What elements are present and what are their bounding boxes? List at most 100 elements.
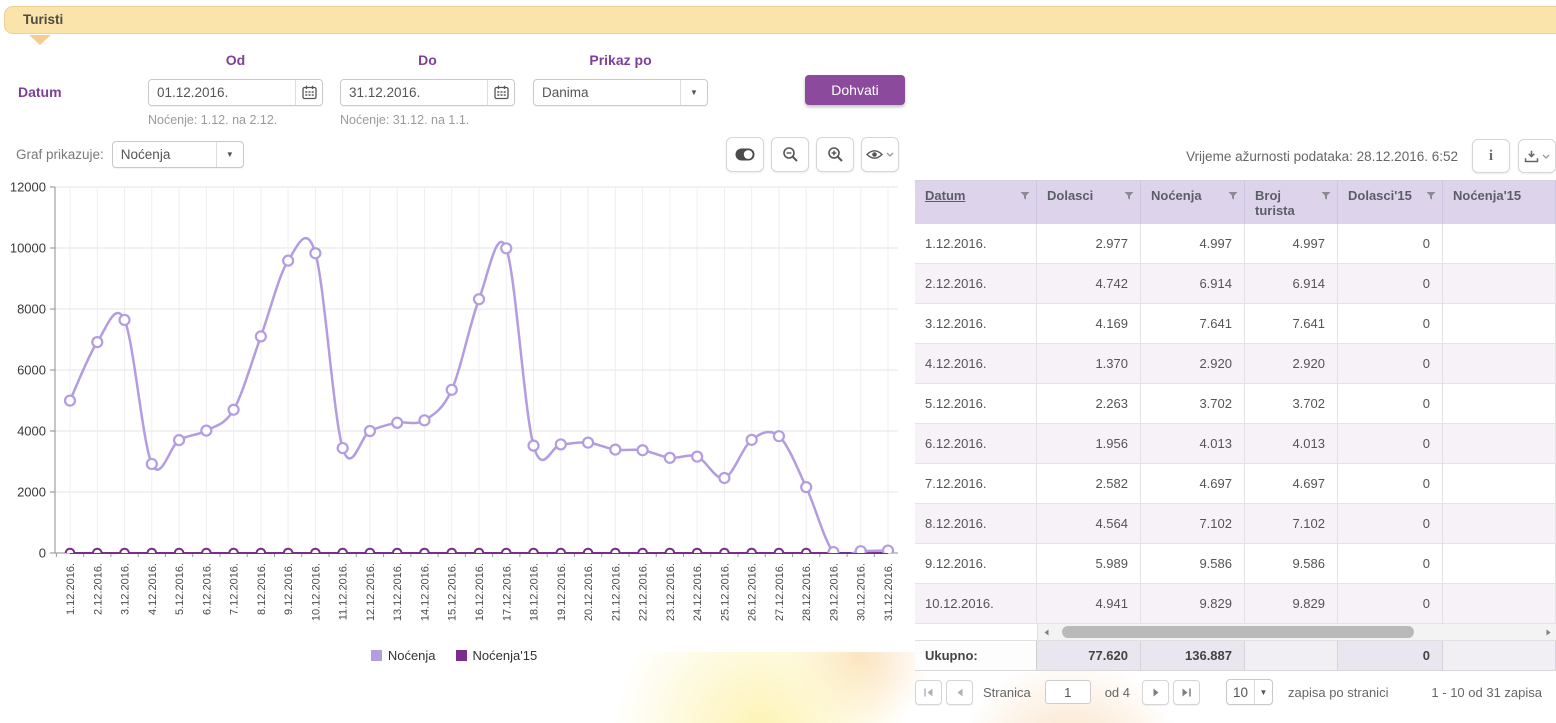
cell-nocenja15: [1443, 264, 1556, 303]
prikaz-group: Prikaz po Danima ▼: [533, 52, 708, 106]
od-label: Od: [148, 52, 323, 68]
zoom-in-button[interactable]: [816, 137, 854, 172]
download-icon: [1524, 150, 1539, 163]
svg-text:11.12.2016.: 11.12.2016.: [338, 563, 350, 620]
svg-text:24.12.2016.: 24.12.2016.: [692, 563, 704, 621]
total-dolasci: 77.620: [1037, 641, 1141, 670]
prev-page-button[interactable]: [946, 680, 973, 705]
cell-nocenja: 9.829: [1141, 584, 1245, 623]
svg-text:7.12.2016.: 7.12.2016.: [229, 563, 241, 615]
filter-icon[interactable]: [1426, 191, 1436, 201]
table-row[interactable]: 4.12.2016.1.3702.9202.9200: [915, 344, 1556, 384]
cell-dolasci: 1.370: [1037, 344, 1141, 383]
page-size-value: 10: [1227, 680, 1254, 704]
cell-dolasci: 1.956: [1037, 424, 1141, 463]
cell-broj_turista: 9.829: [1245, 584, 1338, 623]
svg-text:14.12.2016.: 14.12.2016.: [419, 563, 431, 621]
zoom-out-button[interactable]: [771, 137, 809, 172]
filter-icon[interactable]: [1124, 191, 1134, 201]
calendar-to-button[interactable]: [487, 80, 514, 105]
date-to-input[interactable]: [341, 80, 487, 105]
info-button[interactable]: i: [1472, 139, 1510, 173]
first-page-button[interactable]: [915, 680, 942, 705]
svg-text:6000: 6000: [17, 363, 46, 378]
dohvati-button[interactable]: Dohvati: [805, 75, 905, 105]
cell-broj_turista: 4.997: [1245, 224, 1338, 263]
zoom-in-icon: [827, 146, 844, 163]
filter-icon[interactable]: [1321, 191, 1331, 201]
data-updated-text: Vrijeme ažurnosti podataka: 28.12.2016. …: [1186, 149, 1458, 164]
table-row[interactable]: 6.12.2016.1.9564.0134.0130: [915, 424, 1556, 464]
export-download-button[interactable]: [1518, 139, 1556, 173]
cell-broj_turista: 9.586: [1245, 544, 1338, 583]
cell-nocenja: 4.997: [1141, 224, 1245, 263]
cell-datum: 4.12.2016.: [915, 344, 1037, 383]
tab-turisti[interactable]: Turisti: [23, 7, 1556, 33]
graf-select[interactable]: Noćenja ▼: [112, 141, 244, 168]
filter-icon[interactable]: [1020, 191, 1030, 201]
date-from-group: Od Noćenje: 1.12. na 2.12.: [148, 52, 323, 127]
column-header-datum[interactable]: Datum: [915, 181, 1037, 224]
svg-text:27.12.2016.: 27.12.2016.: [774, 563, 786, 621]
legend-item-nocenja15[interactable]: Noćenja'15: [456, 648, 538, 663]
scroll-right-arrow[interactable]: [1540, 624, 1556, 640]
legend-item-nocenja[interactable]: Noćenja: [371, 648, 436, 663]
page-of-label: od 4: [1105, 685, 1130, 700]
chart-legend: Noćenja Noćenja'15: [0, 648, 908, 663]
cell-dolasci15: 0: [1338, 544, 1443, 583]
filter-icon[interactable]: [1228, 191, 1238, 201]
graf-prikazuje-label: Graf prikazuje:: [16, 147, 104, 162]
table-row[interactable]: 7.12.2016.2.5824.6974.6970: [915, 464, 1556, 504]
cell-broj_turista: 3.702: [1245, 384, 1338, 423]
calendar-from-button[interactable]: [295, 80, 322, 105]
table-total-row: Ukupno: 77.620 136.887 0: [915, 641, 1556, 671]
table-row[interactable]: 5.12.2016.2.2633.7023.7020: [915, 384, 1556, 424]
svg-text:30.12.2016.: 30.12.2016.: [856, 563, 868, 621]
svg-text:2.12.2016.: 2.12.2016.: [92, 563, 104, 615]
chevron-down-icon: [886, 152, 894, 157]
cell-broj_turista: 4.013: [1245, 424, 1338, 463]
column-header-dolasci15[interactable]: Dolasci'15: [1338, 181, 1443, 224]
next-page-icon: [1152, 688, 1160, 697]
prev-page-icon: [956, 688, 964, 697]
table-row[interactable]: 3.12.2016.4.1697.6417.6410: [915, 304, 1556, 344]
table-row[interactable]: 1.12.2016.2.9774.9974.9970: [915, 224, 1556, 264]
cell-dolasci: 5.989: [1037, 544, 1141, 583]
table-row[interactable]: 2.12.2016.4.7426.9146.9140: [915, 264, 1556, 304]
svg-text:10000: 10000: [10, 241, 46, 256]
top-tab-bar: Turisti: [4, 6, 1556, 34]
column-header-dolasci[interactable]: Dolasci: [1037, 181, 1141, 224]
column-header-nocenja15[interactable]: Noćenja'15: [1443, 181, 1556, 224]
column-header-nocenja[interactable]: Noćenja: [1141, 181, 1245, 224]
date-from-input[interactable]: [149, 80, 295, 105]
cell-dolasci: 4.941: [1037, 584, 1141, 623]
svg-text:23.12.2016.: 23.12.2016.: [665, 563, 677, 621]
cell-nocenja: 7.102: [1141, 504, 1245, 543]
cell-nocenja: 3.702: [1141, 384, 1245, 423]
table-row[interactable]: 10.12.2016.4.9419.8299.8290: [915, 584, 1556, 624]
chevron-down-icon: ▼: [1254, 680, 1272, 704]
table-row[interactable]: 8.12.2016.4.5647.1027.1020: [915, 504, 1556, 544]
page-number-input[interactable]: [1045, 680, 1091, 704]
scrollbar-thumb[interactable]: [1062, 626, 1414, 638]
next-page-button[interactable]: [1142, 680, 1169, 705]
svg-text:26.12.2016.: 26.12.2016.: [747, 563, 759, 621]
column-header-broj-turista[interactable]: Broj turista: [1245, 181, 1338, 224]
horizontal-scrollbar[interactable]: [1037, 624, 1556, 640]
cell-nocenja15: [1443, 424, 1556, 463]
eye-icon: [866, 149, 883, 160]
table-row[interactable]: 9.12.2016.5.9899.5869.5860: [915, 544, 1556, 584]
date-to-group: Do Noćenje: 31.12. na 1.1.: [340, 52, 515, 127]
legend-label: Noćenja: [388, 648, 436, 663]
legend-swatch-dark: [456, 650, 467, 661]
svg-text:13.12.2016.: 13.12.2016.: [392, 563, 404, 621]
page-size-select[interactable]: 10 ▼: [1226, 679, 1273, 705]
scroll-left-arrow[interactable]: [1038, 624, 1054, 640]
last-page-button[interactable]: [1173, 680, 1200, 705]
cell-nocenja15: [1443, 464, 1556, 503]
prikaz-select[interactable]: Danima ▼: [533, 79, 708, 106]
chart-toolbar: [726, 137, 899, 172]
toggle-series-button[interactable]: [726, 137, 764, 172]
cell-dolasci: 4.169: [1037, 304, 1141, 343]
visibility-dropdown-button[interactable]: [861, 137, 899, 172]
